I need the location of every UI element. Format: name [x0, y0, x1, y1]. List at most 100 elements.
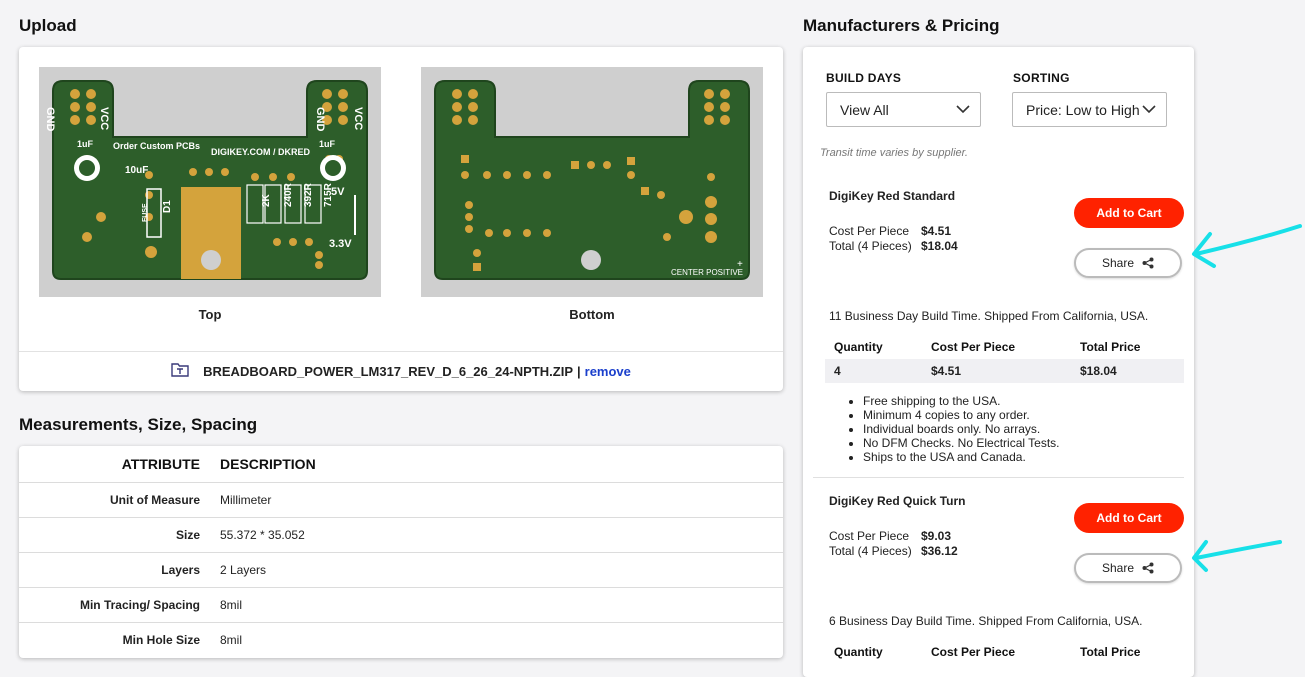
share-button[interactable]: Share [1074, 248, 1182, 278]
sorting-select[interactable]: Price: Low to High [1012, 92, 1167, 127]
svg-text:DIGIKEY.COM / DKRED: DIGIKEY.COM / DKRED [211, 147, 311, 157]
total-label: Total (4 Pieces) [829, 544, 912, 558]
measurements-title: Measurements, Size, Spacing [19, 415, 258, 434]
offer-features-list: Free shipping to the USA. Minimum 4 copi… [843, 394, 1060, 464]
svg-text:240R: 240R [283, 182, 294, 207]
chevron-down-icon [956, 105, 970, 114]
total-value: $36.12 [921, 544, 958, 558]
cost-cell: $4.51 [931, 364, 962, 378]
build-days-label: BUILD DAYS [826, 71, 902, 85]
sorting-label: SORTING [1013, 71, 1070, 85]
svg-text:1uF: 1uF [77, 139, 94, 149]
attribute-cell: Layers [19, 551, 210, 587]
column-header-attribute: ATTRIBUTE [121, 455, 200, 472]
upload-card: GND VCC GND VCC Order Custom PCBs DIGIKE… [19, 47, 783, 391]
svg-text:2K: 2K [261, 193, 272, 207]
svg-text:D1: D1 [162, 200, 173, 213]
list-item: Ships to the USA and Canada. [863, 450, 1060, 464]
annotation-arrow-icon [1192, 540, 1282, 572]
description-cell: 8mil [210, 621, 783, 657]
pcb-bottom-preview[interactable]: CENTER POSITIVE + [421, 67, 763, 297]
list-item: Free shipping to the USA. [863, 394, 1060, 408]
share-button[interactable]: Share [1074, 553, 1182, 583]
share-label: Share [1101, 256, 1135, 270]
column-header-total-price: Total Price [1080, 340, 1141, 354]
build-days-select[interactable]: View All [826, 92, 981, 127]
table-row: Min Tracing/ Spacing 8mil [19, 586, 783, 622]
column-header-cost-per-piece: Cost Per Piece [931, 645, 1016, 659]
file-name: BREADBOARD_POWER_LM317_REV_D_6_26_24-NPT… [203, 364, 573, 379]
total-value: $18.04 [921, 239, 958, 253]
table-row: Size 55.372 * 35.052 [19, 516, 783, 552]
build-info: 6 Business Day Build Time. Shipped From … [829, 614, 1143, 628]
description-cell: 8mil [210, 586, 783, 622]
pricing-card: BUILD DAYS View All SORTING Price: Low t… [803, 47, 1194, 677]
add-to-cart-button[interactable]: Add to Cart [1074, 198, 1184, 228]
svg-text:FUSE: FUSE [142, 203, 149, 222]
annotation-arrow-icon [1192, 224, 1302, 268]
table-row: Min Hole Size 8mil [19, 621, 783, 657]
pricing-title: Manufacturers & Pricing [803, 16, 1000, 35]
bottom-caption: Bottom [569, 307, 615, 322]
build-days-value: View All [840, 101, 889, 118]
table-row: Layers 2 Layers [19, 551, 783, 587]
svg-text:GND: GND [44, 107, 56, 132]
upload-title: Upload [19, 16, 77, 35]
column-header-quantity: Quantity [834, 340, 883, 354]
total-cell: $18.04 [1080, 364, 1117, 378]
description-cell: 55.372 * 35.052 [210, 516, 783, 552]
column-header-quantity: Quantity [834, 645, 883, 659]
svg-text:+: + [737, 259, 743, 270]
svg-text:CENTER POSITIVE: CENTER POSITIVE [671, 268, 743, 277]
attribute-cell: Min Tracing/ Spacing [19, 586, 210, 622]
offer-name: DigiKey Red Quick Turn [829, 494, 966, 508]
cost-per-piece-label: Cost Per Piece [829, 529, 910, 543]
add-to-cart-button[interactable]: Add to Cart [1074, 503, 1184, 533]
uploaded-file-row: BREADBOARD_POWER_LM317_REV_D_6_26_24-NPT… [19, 351, 783, 391]
svg-text:VCC: VCC [352, 107, 364, 130]
attribute-cell: Min Hole Size [19, 621, 210, 657]
list-item: No DFM Checks. No Electrical Tests. [863, 436, 1060, 450]
total-label: Total (4 Pieces) [829, 239, 912, 253]
attribute-cell: Unit of Measure [19, 481, 210, 517]
top-caption: Top [198, 307, 222, 322]
sorting-value: Price: Low to High [1026, 101, 1140, 118]
attribute-cell: Size [19, 516, 210, 552]
column-header-total-price: Total Price [1080, 645, 1141, 659]
description-cell: Millimeter [210, 481, 783, 517]
offer-name: DigiKey Red Standard [829, 189, 956, 203]
svg-text:715R: 715R [323, 182, 334, 207]
offer-divider [813, 477, 1184, 478]
cost-per-piece-line: Cost Per Piece $4.51 [829, 224, 951, 238]
pcb-top-preview[interactable]: GND VCC GND VCC Order Custom PCBs DIGIKE… [39, 67, 381, 297]
total-line: Total (4 Pieces) $18.04 [829, 239, 958, 253]
chevron-down-icon [1142, 105, 1156, 114]
quantity-cell: 4 [834, 364, 841, 378]
column-header-cost-per-piece: Cost Per Piece [931, 340, 1016, 354]
cost-per-piece-line: Cost Per Piece $9.03 [829, 529, 951, 543]
measurements-card: ATTRIBUTE DESCRIPTION Unit of Measure Mi… [19, 446, 783, 658]
pcb-top-image: GND VCC GND VCC Order Custom PCBs DIGIKE… [44, 80, 368, 280]
transit-note: Transit time varies by supplier. [820, 147, 968, 159]
pcb-bottom-image: CENTER POSITIVE + [434, 80, 750, 280]
svg-text:GND: GND [314, 107, 326, 132]
cost-per-piece-value: $4.51 [921, 224, 952, 238]
cost-per-piece-value: $9.03 [921, 529, 952, 543]
description-cell: 2 Layers [210, 551, 783, 587]
list-item: Minimum 4 copies to any order. [863, 408, 1060, 422]
table-header-row: ATTRIBUTE DESCRIPTION [19, 446, 783, 482]
file-separator: | [577, 364, 581, 379]
share-icon [1142, 562, 1154, 574]
share-icon [1142, 257, 1154, 269]
measurements-table: ATTRIBUTE DESCRIPTION Unit of Measure Mi… [19, 446, 783, 657]
build-info: 11 Business Day Build Time. Shipped From… [829, 309, 1149, 323]
svg-text:VCC: VCC [98, 107, 110, 130]
svg-text:392R: 392R [303, 182, 314, 207]
svg-text:Order Custom PCBs: Order Custom PCBs [113, 141, 200, 151]
table-row: 4 $4.51 $18.04 [825, 359, 1184, 383]
list-item: Individual boards only. No arrays. [863, 422, 1060, 436]
svg-text:10uF: 10uF [125, 165, 148, 176]
column-header-description: DESCRIPTION [220, 455, 316, 472]
cost-per-piece-label: Cost Per Piece [829, 224, 910, 238]
remove-file-link[interactable]: remove [585, 364, 631, 379]
